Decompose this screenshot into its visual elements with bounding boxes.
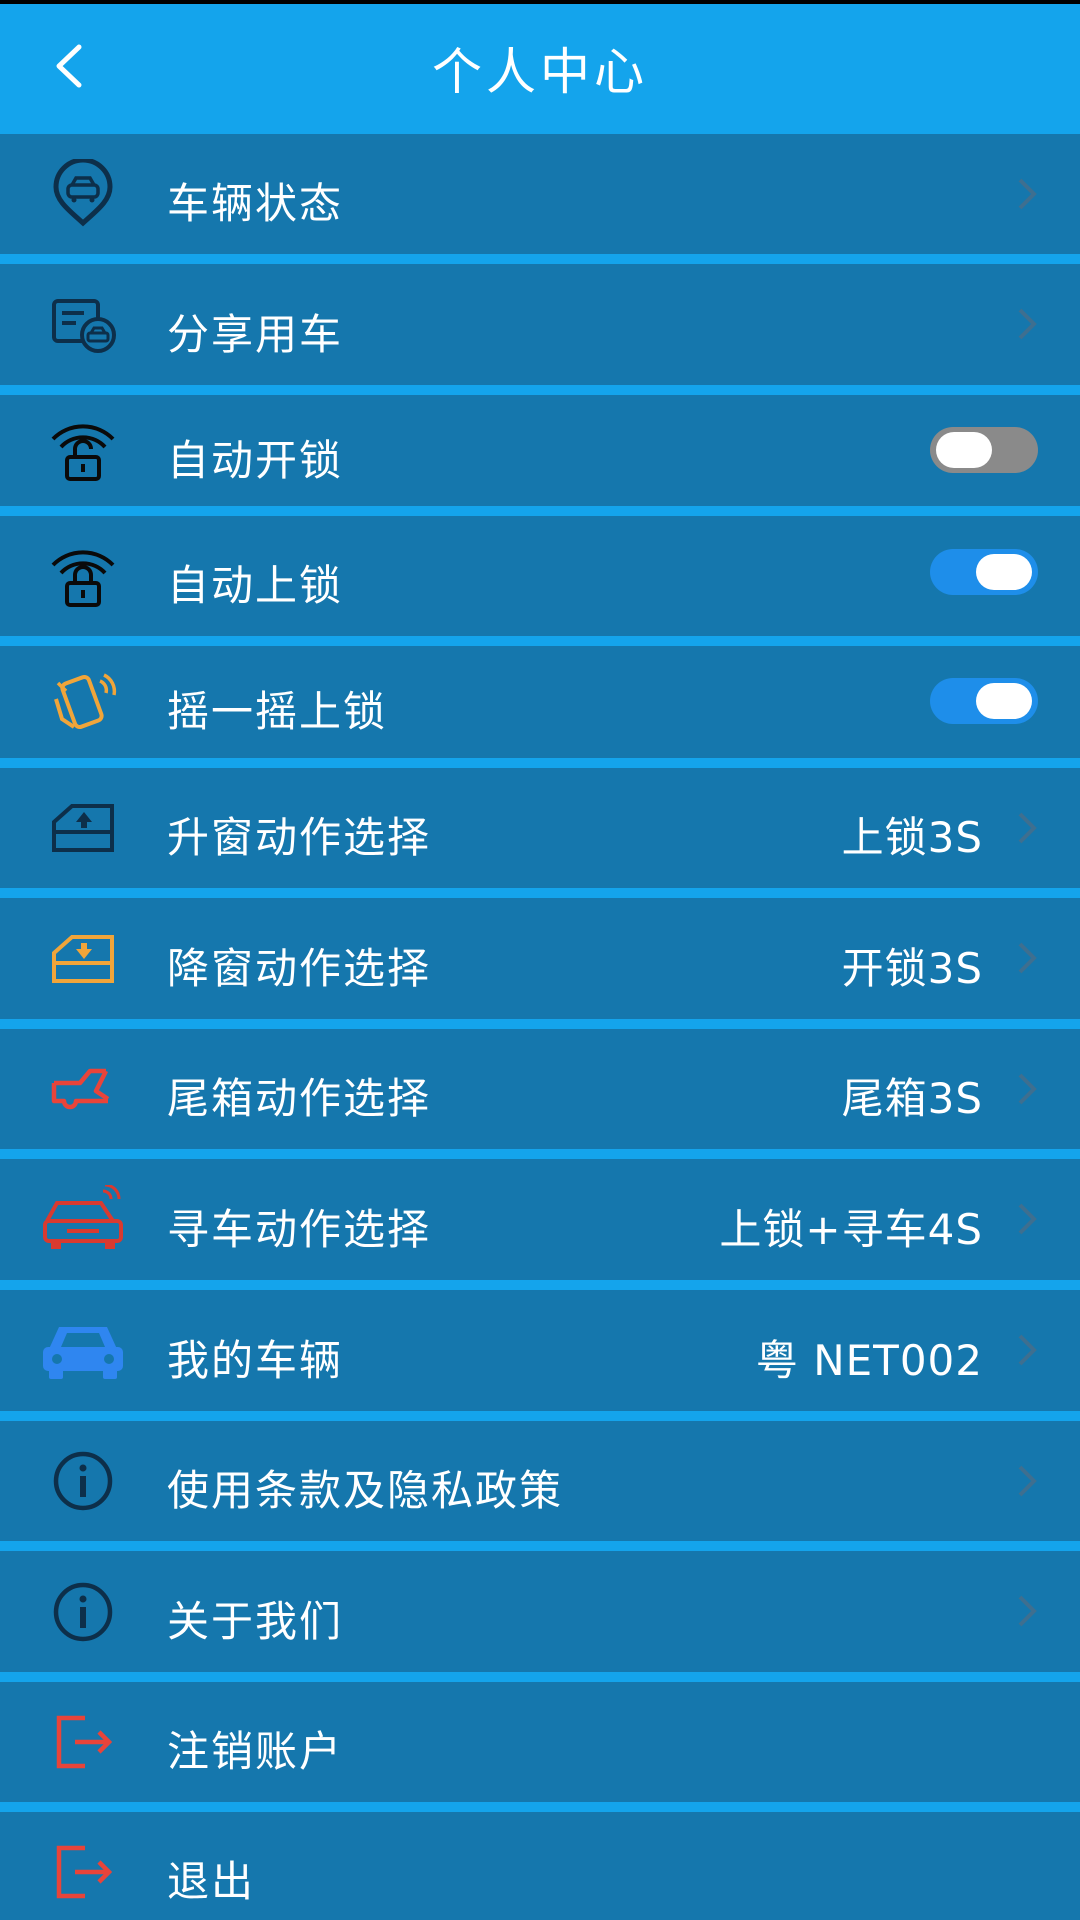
auto-unlock-toggle[interactable] <box>930 427 1038 473</box>
row-label: 退出 <box>167 1857 256 1906</box>
row-value: 开锁3S <box>841 944 983 993</box>
row-cancel-account[interactable]: 注销账户 <box>0 1682 1080 1802</box>
chevron-right-icon <box>1018 942 1037 974</box>
row-my-car[interactable]: 我的车辆 粤 NET002 <box>0 1290 1080 1411</box>
row-value: 上锁3S <box>841 813 983 862</box>
toggle-knob <box>976 683 1032 719</box>
shake-phone-icon <box>38 657 128 747</box>
toggle-knob <box>976 554 1032 590</box>
chevron-right-icon <box>1018 1595 1037 1627</box>
chevron-right-icon <box>1018 308 1037 340</box>
chevron-left-icon <box>56 44 82 88</box>
row-terms-privacy[interactable]: 使用条款及隐私政策 <box>0 1421 1080 1541</box>
chevron-right-icon <box>1018 1073 1037 1105</box>
page-title: 个人中心 <box>432 43 648 101</box>
header-bar: 个人中心 <box>0 4 1080 132</box>
row-label: 注销账户 <box>167 1727 344 1776</box>
row-label: 升窗动作选择 <box>167 813 432 862</box>
share-car-icon <box>38 280 128 370</box>
chevron-right-icon <box>1018 178 1037 210</box>
chevron-right-icon <box>1018 1203 1037 1235</box>
row-label: 我的车辆 <box>167 1336 344 1385</box>
logout-icon <box>38 1827 128 1917</box>
row-trunk[interactable]: 尾箱动作选择 尾箱3S <box>0 1029 1080 1149</box>
row-label: 自动开锁 <box>167 436 344 485</box>
window-up-icon <box>38 783 128 873</box>
row-vehicle-status[interactable]: 车辆状态 <box>0 134 1080 254</box>
row-label: 关于我们 <box>167 1597 344 1646</box>
row-label: 尾箱动作选择 <box>167 1074 432 1123</box>
auto-lock-toggle[interactable] <box>930 549 1038 595</box>
row-value: 粤 NET002 <box>755 1336 983 1385</box>
my-car-icon <box>38 1306 128 1396</box>
logout-icon <box>38 1697 128 1787</box>
row-label: 车辆状态 <box>167 179 344 228</box>
trunk-icon <box>38 1044 128 1134</box>
row-find-car[interactable]: 寻车动作选择 上锁+寻车4S <box>0 1159 1080 1280</box>
back-button[interactable] <box>38 26 98 106</box>
row-logout[interactable]: 退出 <box>0 1812 1080 1920</box>
row-label: 使用条款及隐私政策 <box>167 1466 564 1515</box>
row-label: 摇一摇上锁 <box>167 687 388 736</box>
row-label: 自动上锁 <box>167 561 344 610</box>
toggle-knob <box>936 432 992 468</box>
row-label: 寻车动作选择 <box>167 1205 432 1254</box>
lock-wireless-icon <box>38 531 128 621</box>
row-window-down[interactable]: 降窗动作选择 开锁3S <box>0 898 1080 1019</box>
info-icon <box>38 1436 128 1526</box>
chevron-right-icon <box>1018 1465 1037 1497</box>
info-icon <box>38 1567 128 1657</box>
row-label: 降窗动作选择 <box>167 944 432 993</box>
row-share-car[interactable]: 分享用车 <box>0 264 1080 385</box>
row-value: 上锁+寻车4S <box>719 1205 983 1254</box>
row-window-up[interactable]: 升窗动作选择 上锁3S <box>0 768 1080 888</box>
unlock-wireless-icon <box>38 405 128 495</box>
chevron-right-icon <box>1018 812 1037 844</box>
row-shake-lock: 摇一摇上锁 <box>0 646 1080 758</box>
row-label: 分享用车 <box>167 310 344 359</box>
car-location-icon <box>38 149 128 239</box>
row-about-us[interactable]: 关于我们 <box>0 1551 1080 1672</box>
chevron-right-icon <box>1018 1334 1037 1366</box>
find-car-icon <box>38 1175 128 1265</box>
row-value: 尾箱3S <box>841 1074 983 1123</box>
row-auto-lock: 自动上锁 <box>0 516 1080 636</box>
window-down-icon <box>38 914 128 1004</box>
row-auto-unlock: 自动开锁 <box>0 395 1080 506</box>
shake-lock-toggle[interactable] <box>930 678 1038 724</box>
